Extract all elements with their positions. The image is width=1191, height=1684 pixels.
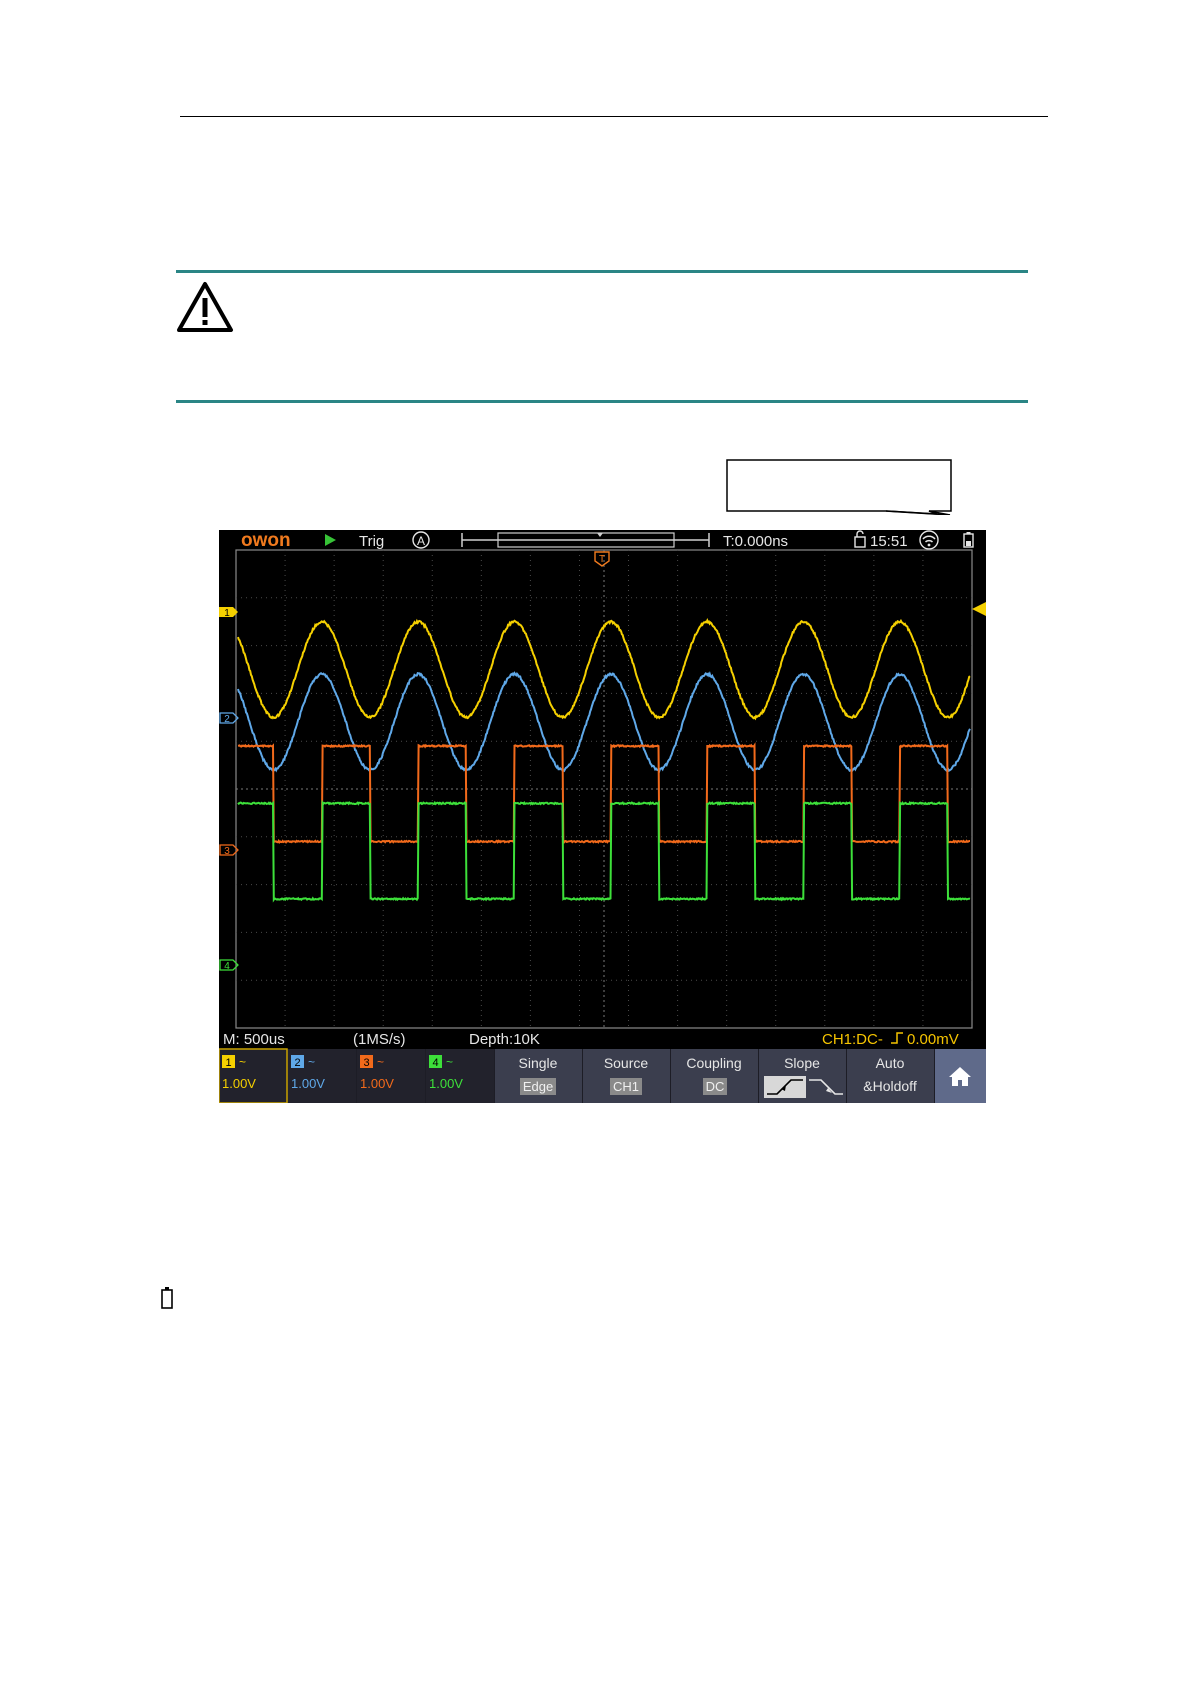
- svg-text:~: ~: [377, 1055, 384, 1069]
- ch2-tile[interactable]: 2 ~ 1.00V: [288, 1049, 356, 1103]
- warning-triangle-icon: [176, 281, 234, 333]
- sample-rate: (1MS/s): [353, 1031, 406, 1048]
- rising-edge-icon: [891, 1033, 903, 1043]
- svg-text:4: 4: [224, 961, 230, 972]
- graticule: [236, 550, 972, 1028]
- timebase: M: 500us: [223, 1031, 285, 1048]
- menu-source-button[interactable]: Source CH1: [583, 1049, 670, 1103]
- svg-text:~: ~: [239, 1055, 246, 1069]
- svg-text:2: 2: [224, 714, 230, 725]
- trigger-level-marker[interactable]: [972, 602, 986, 616]
- svg-text:Coupling: Coupling: [686, 1055, 741, 1071]
- menu-coupling-button[interactable]: Coupling DC: [671, 1049, 758, 1103]
- menu-slope-button[interactable]: Slope: [759, 1049, 846, 1103]
- warning-bottom-rule: [176, 400, 1028, 403]
- svg-text:1: 1: [225, 1057, 231, 1069]
- svg-text:3: 3: [363, 1057, 369, 1069]
- home-button[interactable]: [935, 1049, 986, 1103]
- trigger-level: 0.00mV: [907, 1031, 959, 1048]
- trigger-info: CH1:DC-: [822, 1031, 883, 1048]
- svg-text:4: 4: [432, 1057, 438, 1069]
- ch4-tile[interactable]: 4 ~ 1.00V: [426, 1049, 494, 1103]
- ch4-marker[interactable]: 4: [220, 960, 238, 972]
- ch1-tile[interactable]: 1 ~ 1.00V: [219, 1049, 287, 1103]
- svg-text:1: 1: [224, 608, 230, 619]
- svg-text:2: 2: [294, 1057, 300, 1069]
- trigger-time: T:0.000ns: [723, 533, 788, 550]
- svg-text:~: ~: [308, 1055, 315, 1069]
- svg-text:T: T: [599, 554, 605, 565]
- svg-text:Edge: Edge: [523, 1079, 553, 1094]
- svg-text:~: ~: [446, 1055, 453, 1069]
- svg-text:Single: Single: [519, 1055, 558, 1071]
- owon-logo: owon: [241, 530, 291, 551]
- ch1-marker[interactable]: 1: [219, 607, 238, 619]
- svg-text:&Holdoff: &Holdoff: [863, 1078, 917, 1094]
- svg-text:Auto: Auto: [876, 1055, 905, 1071]
- clock: 15:51: [870, 533, 908, 550]
- menu-single-edge-button[interactable]: Single Edge: [495, 1049, 582, 1103]
- memory-depth: Depth:10K: [469, 1031, 540, 1048]
- trigger-position-marker: T: [595, 552, 609, 566]
- ch2-marker[interactable]: 2: [220, 713, 238, 725]
- svg-text:1.00V: 1.00V: [360, 1076, 394, 1091]
- ch3-marker[interactable]: 3: [220, 845, 238, 857]
- battery-outline-icon: [160, 1286, 174, 1310]
- oscilloscope-screen: owon Trig A T:0.000ns 15:51 T 1 2 3 4 M:…: [219, 530, 986, 1103]
- trig-label: Trig: [359, 533, 384, 550]
- ch3-tile[interactable]: 3 ~ 1.00V: [357, 1049, 425, 1103]
- callout-box: [726, 459, 952, 515]
- svg-text:CH1: CH1: [613, 1079, 639, 1094]
- trig-mode-letter: A: [417, 534, 425, 548]
- svg-text:3: 3: [224, 846, 230, 857]
- svg-text:1.00V: 1.00V: [429, 1076, 463, 1091]
- svg-text:1.00V: 1.00V: [291, 1076, 325, 1091]
- bottom-menu-bar: 1 ~ 1.00V 2 ~ 1.00V 3 ~ 1.00V 4 ~ 1.00V …: [219, 1049, 986, 1103]
- page-header-rule: [180, 116, 1048, 117]
- menu-auto-holdoff-button[interactable]: Auto &Holdoff: [847, 1049, 934, 1103]
- svg-text:DC: DC: [706, 1079, 725, 1094]
- svg-text:Source: Source: [604, 1055, 649, 1071]
- warning-top-rule: [176, 270, 1028, 273]
- waveform-ch3: [238, 745, 970, 842]
- svg-text:1.00V: 1.00V: [222, 1076, 256, 1091]
- svg-text:Slope: Slope: [784, 1055, 820, 1071]
